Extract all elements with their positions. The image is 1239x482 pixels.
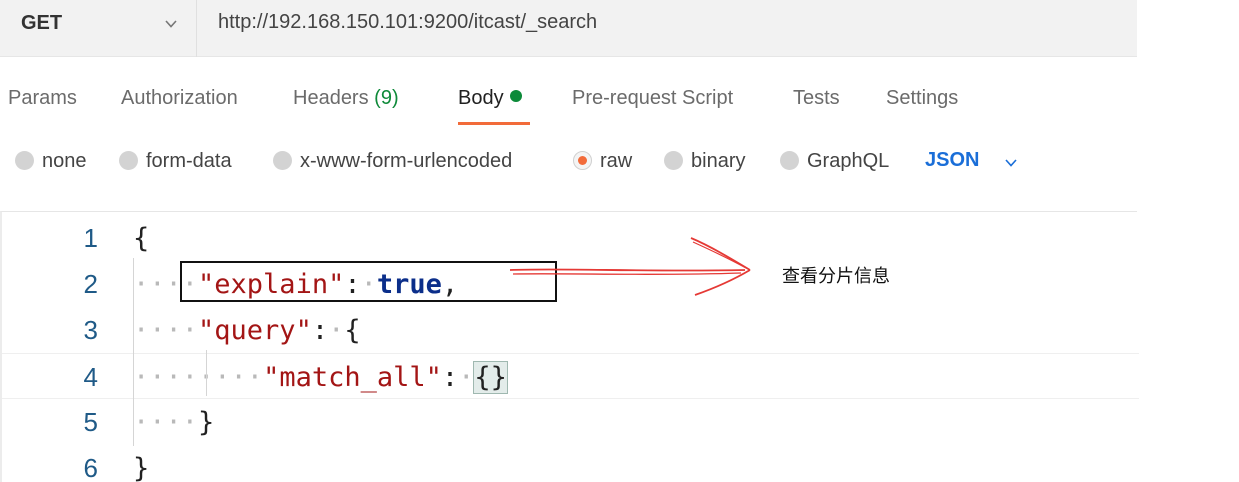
- body-indicator-dot: [509, 90, 522, 102]
- radio-circle-icon: [119, 151, 138, 170]
- editor-line: 3 ····"query":·{: [2, 307, 1139, 353]
- radio-selected-icon: [573, 151, 592, 170]
- code-text: }: [133, 453, 150, 482]
- radio-circle-icon: [664, 151, 683, 170]
- radio-x-www-form-urlencoded[interactable]: x-www-form-urlencoded: [273, 150, 512, 173]
- radio-label: form-data: [146, 150, 232, 172]
- chevron-down-icon[interactable]: [1004, 156, 1018, 170]
- annotation-text: 查看分片信息: [782, 266, 890, 287]
- active-tab-underline: [458, 122, 530, 125]
- chevron-down-icon: [165, 20, 177, 28]
- format-dropdown[interactable]: JSON: [925, 149, 979, 172]
- tab-pre-request-script[interactable]: Pre-request Script: [572, 87, 733, 110]
- radio-circle-icon: [15, 151, 34, 170]
- radio-label: raw: [600, 150, 633, 172]
- radio-circle-icon: [780, 151, 799, 170]
- headers-count: (9): [374, 87, 399, 109]
- request-bar: GET http://192.168.150.101:9200/itcast/_…: [0, 0, 1137, 57]
- radio-label: x-www-form-urlencoded: [300, 150, 513, 172]
- method-label: GET: [21, 12, 63, 34]
- editor-line: 5 ····}: [2, 399, 1139, 445]
- code-text: ····}: [133, 407, 215, 438]
- tab-headers-label: Headers: [293, 87, 375, 109]
- radio-binary[interactable]: binary: [664, 150, 745, 173]
- code-text: ········"match_all":·{}: [133, 361, 508, 394]
- tab-authorization[interactable]: Authorization: [121, 87, 238, 110]
- radio-graphql[interactable]: GraphQL: [780, 150, 889, 173]
- indent-guide: [133, 258, 134, 446]
- tab-body-label: Body: [458, 87, 504, 109]
- tab-headers[interactable]: Headers (9): [293, 87, 399, 110]
- radio-label: GraphQL: [807, 150, 890, 172]
- editor-line-active: 4 ········"match_all":·{}: [2, 353, 1139, 399]
- radio-label: binary: [691, 150, 746, 172]
- radio-label: none: [42, 150, 87, 172]
- radio-raw[interactable]: raw: [573, 150, 632, 173]
- tab-body[interactable]: Body: [458, 87, 522, 110]
- line-number: 6: [83, 453, 98, 482]
- indent-guide: [206, 350, 207, 396]
- method-selector[interactable]: GET: [0, 0, 197, 57]
- line-number: 3: [83, 315, 98, 345]
- line-number: 2: [83, 269, 98, 299]
- code-text: ····"query":·{: [133, 315, 361, 346]
- line-number: 4: [83, 362, 98, 392]
- editor-line: 6 }: [2, 445, 1139, 482]
- request-tabs: Params Authorization Headers (9) Body Pr…: [0, 78, 1137, 128]
- url-input[interactable]: http://192.168.150.101:9200/itcast/_sear…: [218, 11, 597, 34]
- radio-none[interactable]: none: [15, 150, 87, 173]
- tab-params[interactable]: Params: [8, 87, 77, 110]
- annotation-arrow-icon: [509, 237, 751, 296]
- line-number: 5: [83, 407, 98, 437]
- radio-form-data[interactable]: form-data: [119, 150, 232, 173]
- annotation-box: [180, 261, 557, 302]
- tab-tests[interactable]: Tests: [793, 87, 840, 110]
- radio-circle-icon: [273, 151, 292, 170]
- tab-settings[interactable]: Settings: [886, 87, 958, 110]
- line-number: 1: [83, 223, 98, 253]
- matched-brackets: {}: [473, 361, 508, 394]
- code-text: {: [133, 223, 150, 254]
